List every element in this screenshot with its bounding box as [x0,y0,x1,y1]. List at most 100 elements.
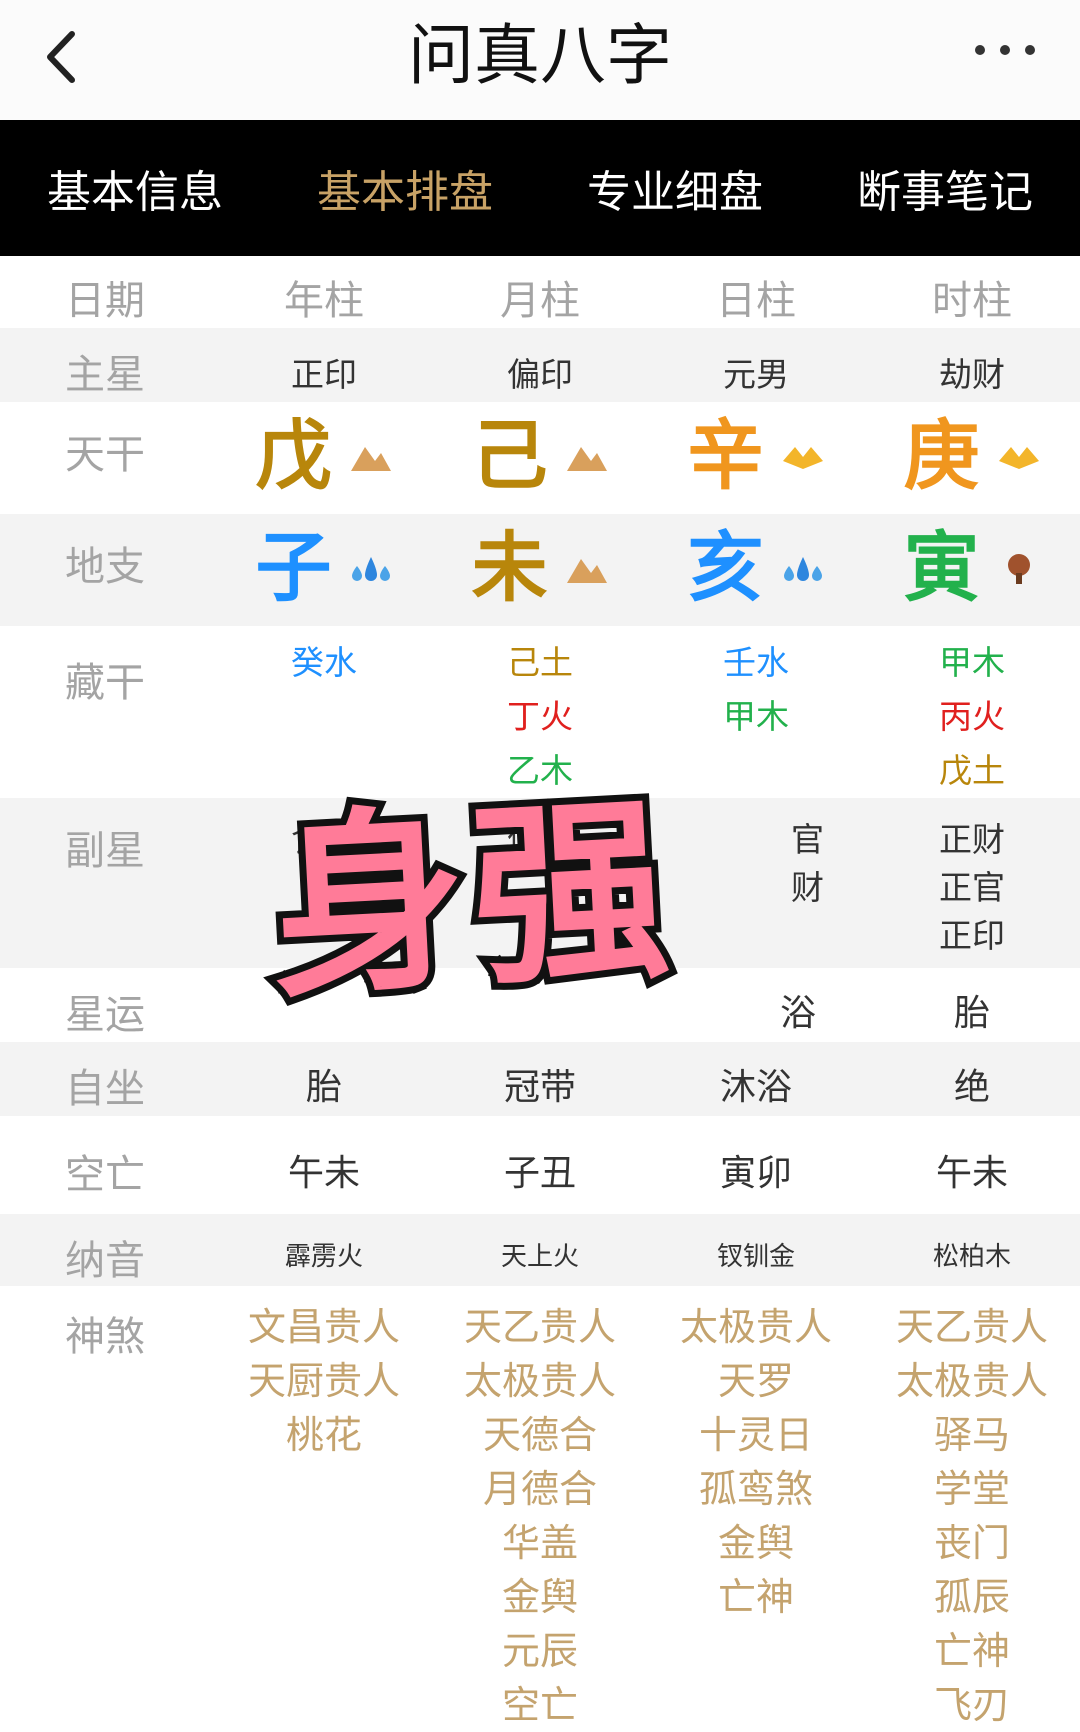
shensha-item[interactable]: 天乙贵人 [864,1300,1080,1354]
row-zizuo: 自坐 胎 冠带 沐浴 绝 [0,1042,1080,1116]
sub-star: 财 [791,868,824,907]
kongwang-month: 子丑 [503,1153,576,1194]
shensha-item[interactable]: 华盖 [432,1516,648,1570]
hidden-stem: 戊土 [939,751,1005,790]
back-arrow-icon[interactable] [30,22,100,92]
main-star-day: 元男 [723,355,789,394]
shensha-item[interactable]: 太极贵人 [864,1354,1080,1408]
dizhi-hour: 寅 [864,522,1080,614]
tiangan-char: 庚 [903,411,980,500]
hidden-stem: 丁火 [507,697,573,736]
shensha-item[interactable]: 驿马 [864,1408,1080,1462]
shensha-item[interactable]: 学堂 [864,1462,1080,1516]
shensha-item[interactable]: 空亡 [432,1678,648,1732]
mountain-icon [566,447,607,471]
label-date: 日期 [65,278,145,324]
shensha-item[interactable]: 孤辰 [864,1570,1080,1624]
dizhi-month: 未 [432,522,648,614]
row-canggan: 藏干 癸水 己土 丁火 乙木 壬水 甲木 甲木 丙火 戊土 [0,626,1080,798]
sub-star: 偏印 [507,820,573,859]
hidden-stem: 乙木 [507,751,573,790]
fuxing-month: 偏印 [432,816,648,864]
canggan-hour: 甲木 丙火 戊土 [864,636,1080,798]
main-star-month: 偏印 [507,355,573,394]
row-kongwang: 空亡 午未 子丑 寅卯 午未 [0,1116,1080,1214]
dizhi-char: 亥 [687,523,764,612]
tiangan-char: 己 [471,411,548,500]
shensha-item[interactable]: 天乙贵人 [432,1300,648,1354]
row-date: 日期 年柱 月柱 日柱 时柱 [0,256,1080,328]
row-fuxing: 副星 食神 偏印 官 财 正财 正官 正印 [0,798,1080,968]
canggan-month: 己土 丁火 乙木 [432,636,648,798]
mountain-icon [350,447,391,471]
shensha-item[interactable]: 文昌贵人 [216,1300,432,1354]
hidden-stem: 己土 [507,643,573,682]
hidden-stem: 壬水 [723,643,789,682]
label-zizuo: 自坐 [65,1066,145,1112]
sub-star: 正印 [939,916,1005,955]
tab-notes[interactable]: 断事笔记 [810,120,1080,256]
label-shensha: 神煞 [65,1314,145,1360]
dizhi-char: 寅 [903,523,980,612]
zizuo-month: 冠带 [503,1067,576,1108]
col-month: 月柱 [500,278,580,324]
label-kongwang: 空亡 [65,1152,145,1198]
row-main-star: 主星 正印 偏印 元男 劫财 [0,328,1080,402]
shensha-item[interactable]: 天厨贵人 [216,1354,432,1408]
shensha-item[interactable]: 太极贵人 [648,1300,864,1354]
nayin-year: 霹雳火 [284,1242,363,1272]
shensha-item[interactable]: 天罗 [648,1354,864,1408]
shensha-item[interactable]: 元辰 [432,1624,648,1678]
tab-professional-chart[interactable]: 专业细盘 [540,120,810,256]
tiangan-hour: 庚 [864,410,1080,502]
hidden-stem: 甲木 [939,643,1005,682]
tiangan-month: 己 [432,410,648,502]
dizhi-day: 亥 [648,522,864,614]
dizhi-char: 子 [255,523,332,612]
tree-icon [1007,554,1030,584]
tiangan-char: 戊 [255,411,332,500]
shensha-year: 文昌贵人 天厨贵人 桃花 [216,1300,432,1462]
gold-icon [782,447,823,469]
shensha-item[interactable]: 金舆 [648,1516,864,1570]
sub-star: 正财 [939,820,1005,859]
col-year: 年柱 [284,278,364,324]
tab-basic-chart[interactable]: 基本排盘 [270,120,540,256]
label-canggan: 藏干 [65,660,145,706]
more-options-icon[interactable] [970,30,1040,70]
tab-bar: 基本信息 基本排盘 专业细盘 断事笔记 [0,120,1080,256]
top-bar: 问真八字 [0,0,1080,120]
shensha-item[interactable]: 桃花 [216,1408,432,1462]
tab-basic-info[interactable]: 基本信息 [0,120,270,256]
main-star-year: 正印 [291,355,357,394]
col-hour: 时柱 [932,278,1012,324]
hidden-stem: 癸水 [291,643,357,682]
hidden-stem: 甲木 [723,697,789,736]
label-dizhi: 地支 [65,544,145,590]
canggan-day: 壬水 甲木 [648,636,864,744]
shensha-item[interactable]: 月德合 [432,1462,648,1516]
shensha-item[interactable]: 太极贵人 [432,1354,648,1408]
mountain-icon [566,559,607,583]
shensha-item[interactable]: 亡神 [864,1624,1080,1678]
shensha-item[interactable]: 亡神 [648,1570,864,1624]
label-fuxing: 副星 [65,828,145,874]
canggan-year: 癸水 [216,636,432,690]
nayin-hour: 松柏木 [932,1242,1011,1272]
shensha-item[interactable]: 孤鸾煞 [648,1462,864,1516]
shensha-item[interactable]: 丧门 [864,1516,1080,1570]
label-nayin: 纳音 [65,1238,145,1284]
shensha-item[interactable]: 飞刃 [864,1678,1080,1732]
main-star-hour: 劫财 [939,355,1005,394]
kongwang-year: 午未 [287,1153,360,1194]
col-day: 日柱 [716,278,796,324]
label-xingyun: 星运 [65,992,145,1038]
label-tiangan: 天干 [65,432,145,478]
shensha-item[interactable]: 金舆 [432,1570,648,1624]
shensha-item[interactable]: 十灵日 [648,1408,864,1462]
shensha-item[interactable]: 天德合 [432,1408,648,1462]
kongwang-hour: 午未 [935,1153,1008,1194]
dizhi-char: 未 [471,523,548,612]
water-drops-icon [351,557,390,581]
shensha-day: 太极贵人 天罗 十灵日 孤鸾煞 金舆 亡神 [648,1300,864,1624]
